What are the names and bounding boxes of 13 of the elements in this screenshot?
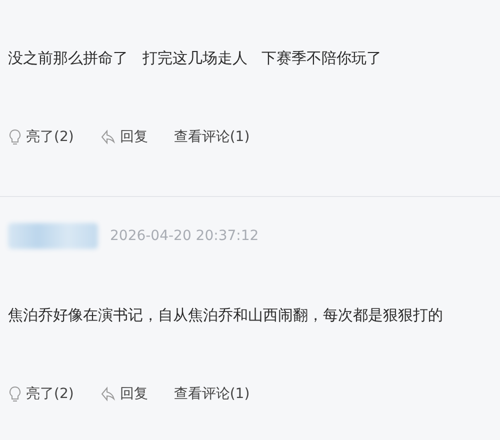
reply-icon — [100, 129, 116, 145]
reply-icon — [100, 386, 116, 402]
comment-text: 没之前那么拼命了 打完这几场走人 下赛季不陪你玩了 — [8, 48, 383, 69]
reply-button[interactable]: 回复 — [100, 128, 148, 146]
reply-button[interactable]: 回复 — [100, 385, 148, 403]
comment-text: 焦泊乔好像在演书记，自从焦泊乔和山西闹翻，每次都是狠狠打的 — [8, 305, 444, 326]
lightbulb-icon — [8, 385, 22, 403]
view-comments-link[interactable]: 查看评论(1) — [174, 128, 250, 146]
lightbulb-icon — [8, 128, 22, 146]
comment-timestamp: 2026-04-20 20:37:12 — [110, 228, 259, 244]
like-button[interactable]: 亮了(2) — [8, 385, 74, 403]
like-button[interactable]: 亮了(2) — [8, 128, 74, 146]
view-comments-link[interactable]: 查看评论(1) — [174, 385, 250, 403]
